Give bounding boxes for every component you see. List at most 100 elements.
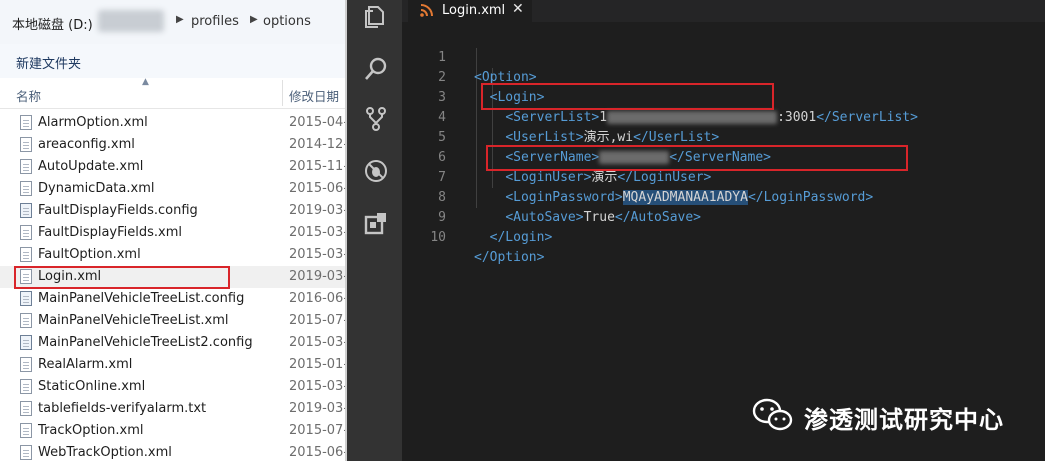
file-date: 2015-11- <box>289 159 345 174</box>
file-date: 2015-06- <box>289 445 345 460</box>
file-icon <box>20 445 32 460</box>
file-name: AutoUpdate.xml <box>38 159 144 174</box>
file-date: 2015-03- <box>289 225 345 240</box>
column-name-header[interactable]: 名称 <box>16 86 41 105</box>
source-control-icon[interactable] <box>363 106 389 132</box>
file-name: MainPanelVehicleTreeList2.config <box>38 335 253 350</box>
file-row[interactable]: AutoUpdate.xml 2015-11- <box>0 156 345 178</box>
file-icon <box>20 225 32 240</box>
file-name: FaultOption.xml <box>38 247 141 262</box>
xml-tag: </Login> <box>489 230 553 245</box>
annotation-highlight-login-file <box>14 266 230 289</box>
file-icon <box>20 137 32 152</box>
code-editor: Login.xml ✕ 1 <Option> 2 <Login> 3 <Serv… <box>402 0 1045 461</box>
file-row[interactable]: StaticOnline.xml 2015-03- <box>0 376 345 398</box>
close-icon[interactable]: ✕ <box>512 1 524 17</box>
breadcrumb-drive[interactable]: 本地磁盘 (D:) <box>12 14 93 33</box>
file-icon <box>20 357 32 372</box>
file-icon <box>20 313 32 328</box>
file-date: 2015-04- <box>289 115 345 130</box>
debug-icon[interactable] <box>363 158 389 184</box>
file-row[interactable]: AlarmOption.xml 2015-04- <box>0 112 345 134</box>
file-icon <box>20 379 32 394</box>
code-line: 10 </Option> <box>402 208 1045 265</box>
file-icon <box>20 247 32 262</box>
file-row[interactable]: FaultDisplayFields.config 2019-03- <box>0 200 345 222</box>
file-name: DynamicData.xml <box>38 181 155 196</box>
xml-file-icon <box>420 4 433 17</box>
file-row[interactable]: WebTrackOption.xml 2015-06- <box>0 442 345 461</box>
column-header: ▲ 名称 修改日期 <box>0 77 345 109</box>
file-row[interactable]: areaconfig.xml 2014-12- <box>0 134 345 156</box>
file-date: 2016-06- <box>289 291 345 306</box>
annotation-highlight-loginpassword <box>486 145 908 171</box>
file-date: 2015-07- <box>289 423 345 438</box>
file-icon <box>20 181 32 196</box>
files-icon[interactable] <box>363 4 389 30</box>
file-row[interactable]: MainPanelVehicleTreeList.config 2016-06- <box>0 288 345 310</box>
code-line: 2 <Login> <box>402 48 1045 105</box>
file-icon <box>20 159 32 174</box>
file-row[interactable]: TrackOption.xml 2015-07- <box>0 420 345 442</box>
wechat-icon <box>752 398 793 431</box>
code-line: 9 </Login> <box>402 188 1045 245</box>
file-date: 2015-03- <box>289 247 345 262</box>
xml-tag: </Option> <box>474 250 545 265</box>
file-date: 2015-07- <box>289 313 345 328</box>
file-icon <box>20 115 32 130</box>
sort-arrow-icon: ▲ <box>142 77 149 87</box>
annotation-highlight-userlist <box>481 83 774 110</box>
file-row[interactable]: tablefields-verifyalarm.txt 2019-03- <box>0 398 345 420</box>
file-date: 2019-03- <box>289 401 345 416</box>
explorer-toolbar: 新建文件夹 <box>0 44 345 79</box>
file-date: 2019-03- <box>289 269 345 284</box>
file-row[interactable]: DynamicData.xml 2015-06- <box>0 178 345 200</box>
file-row[interactable]: FaultDisplayFields.xml 2015-03- <box>0 222 345 244</box>
tab-bar: Login.xml ✕ <box>402 0 1045 22</box>
code-line: 1 <Option> <box>402 28 1045 85</box>
file-date: 2015-06- <box>289 181 345 196</box>
column-divider[interactable] <box>282 80 283 106</box>
file-name: areaconfig.xml <box>38 137 135 152</box>
column-date-header[interactable]: 修改日期 <box>289 86 339 105</box>
file-date: 2015-01- <box>289 357 345 372</box>
breadcrumb-separator-icon[interactable]: ▶ <box>250 14 258 25</box>
file-row[interactable]: MainPanelVehicleTreeList.xml 2015-07- <box>0 310 345 332</box>
search-icon[interactable] <box>363 56 389 82</box>
redacted-path <box>98 10 164 32</box>
file-date: 2015-03- <box>289 335 345 350</box>
file-name: WebTrackOption.xml <box>38 445 172 460</box>
file-name: StaticOnline.xml <box>38 379 146 394</box>
file-name: MainPanelVehicleTreeList.config <box>38 291 245 306</box>
file-name: tablefields-verifyalarm.txt <box>38 401 207 416</box>
breadcrumb-profiles[interactable]: profiles <box>191 14 239 29</box>
breadcrumb-separator-icon[interactable]: ▶ <box>176 14 184 25</box>
watermark-text: 渗透测试研究中心 <box>804 406 1004 434</box>
code-area[interactable]: 1 <Option> 2 <Login> 3 <ServerList>1:300… <box>402 28 1045 265</box>
file-icon <box>20 423 32 438</box>
file-name: MainPanelVehicleTreeList.xml <box>38 313 229 328</box>
activity-bar <box>347 0 402 461</box>
file-name: TrackOption.xml <box>38 423 144 438</box>
file-icon <box>20 335 32 350</box>
file-name: AlarmOption.xml <box>38 115 148 130</box>
code-line: 8 <AutoSave>True</AutoSave> <box>402 168 1045 225</box>
file-row[interactable]: MainPanelVehicleTreeList2.config 2015-03- <box>0 332 345 354</box>
file-name: FaultDisplayFields.config <box>38 203 198 218</box>
address-bar[interactable]: 本地磁盘 (D:) ▶ profiles ▶ options <box>0 0 345 45</box>
line-number: 10 <box>430 230 446 245</box>
file-date: 2015-03- <box>289 379 345 394</box>
tab-login-xml[interactable]: Login.xml ✕ <box>408 0 532 22</box>
file-row[interactable]: FaultOption.xml 2015-03- <box>0 244 345 266</box>
file-date: 2019-03- <box>289 203 345 218</box>
file-name: RealAlarm.xml <box>38 357 133 372</box>
file-icon <box>20 401 32 416</box>
new-folder-button[interactable]: 新建文件夹 <box>16 53 81 72</box>
code-line: 5 <ServerName> </ServerName> <box>402 108 1045 165</box>
extensions-icon[interactable] <box>363 210 389 236</box>
file-date: 2014-12- <box>289 137 345 152</box>
file-icon <box>20 291 32 306</box>
file-row[interactable]: RealAlarm.xml 2015-01- <box>0 354 345 376</box>
breadcrumb-options[interactable]: options <box>263 14 311 29</box>
file-explorer: 本地磁盘 (D:) ▶ profiles ▶ options 新建文件夹 ▲ 名… <box>0 0 345 461</box>
